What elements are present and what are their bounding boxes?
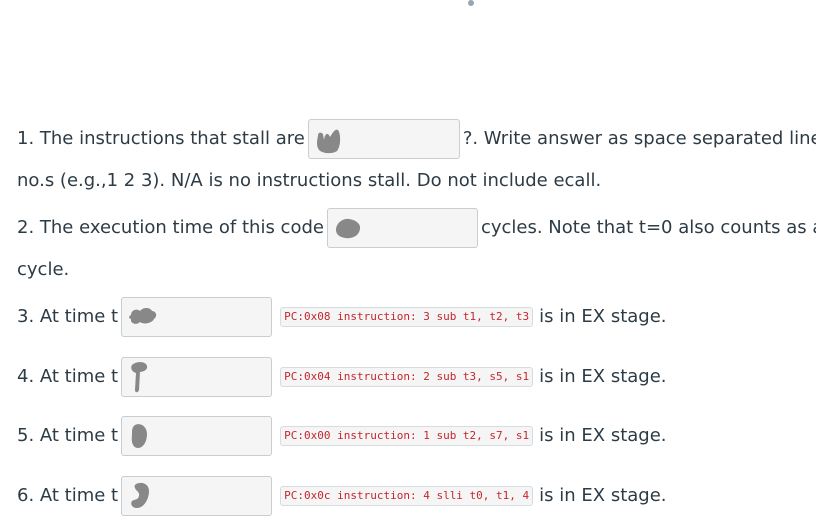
question-1-text-before: 1. The instructions that stall are [17,128,305,149]
question-3-answer-input[interactable] [121,297,273,337]
question-1-text-after: ?. Write answer as space separated line [462,128,816,149]
redaction-scribble-icon [131,424,148,448]
question-6-text-before: 6. At time t [17,485,119,506]
question-6: 6. At time t PC:0x0c instruction: 4 slli… [17,475,667,517]
redaction-scribble-icon [129,308,157,324]
question-4: 4. At time t PC:0x04 instruction: 2 sub … [17,356,667,398]
question-5-answer-input[interactable] [121,416,273,456]
quiz-page: 1. The instructions that stall are ?. Wr… [0,0,816,531]
question-1-answer-input[interactable] [307,119,460,159]
question-5-text-before: 5. At time t [17,425,119,446]
question-5: 5. At time t PC:0x00 instruction: 1 sub … [17,415,667,457]
instruction-code: PC:0x00 instruction: 1 sub t2, s7, s1 [280,426,534,446]
question-3: 3. At time t PC:0x08 instruction: 3 sub … [17,296,667,338]
question-3-text-before: 3. At time t [17,306,119,327]
question-2-answer-input[interactable] [326,208,478,248]
question-4-answer-input[interactable] [121,357,273,397]
question-6-answer-input[interactable] [121,476,273,516]
redaction-scribble-icon [131,482,150,508]
question-1: 1. The instructions that stall are ?. Wr… [17,118,816,202]
question-6-text-after: is in EX stage. [539,485,667,506]
question-5-text-after: is in EX stage. [539,425,667,446]
question-1-continuation: no.s (e.g.,1 2 3). N/A is no instruction… [17,170,602,191]
stray-dot [468,0,474,6]
redaction-scribble-icon [335,218,361,239]
question-2-text-after: cycles. Note that t=0 also counts as a [480,217,816,238]
question-2-text-before: 2. The execution time of this code [17,217,324,238]
instruction-code: PC:0x08 instruction: 3 sub t1, t2, t3 [280,307,534,327]
question-2: 2. The execution time of this code cycle… [17,207,816,291]
question-4-text-after: is in EX stage. [539,366,667,387]
redaction-scribble-icon [316,129,340,154]
question-3-text-after: is in EX stage. [539,306,667,327]
question-4-text-before: 4. At time t [17,366,119,387]
question-2-continuation: cycle. [17,259,70,280]
redaction-scribble-icon [131,362,148,393]
instruction-code: PC:0x0c instruction: 4 slli t0, t1, 4 [280,486,534,506]
instruction-code: PC:0x04 instruction: 2 sub t3, s5, s1 [280,367,534,387]
